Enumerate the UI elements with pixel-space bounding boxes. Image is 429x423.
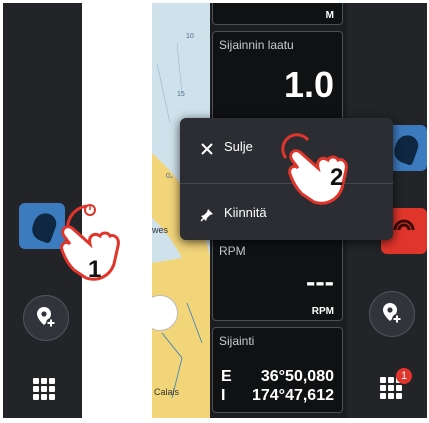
menu-item-label: Sulje — [224, 139, 253, 154]
add-waypoint-button[interactable] — [23, 295, 69, 341]
top-unit: M — [325, 10, 334, 21]
position-quality-title: Sijainnin laatu — [219, 38, 294, 52]
add-waypoint-icon — [37, 307, 56, 328]
pin-icon — [200, 209, 213, 222]
step-number: 1 — [88, 256, 102, 283]
chart-app-icon — [390, 132, 422, 166]
latitude-value: 174°47,612 — [251, 387, 334, 404]
position-box[interactable]: Sijainti E 36°50,080 I 174°47,612 — [212, 327, 343, 413]
notification-badge: 1 — [396, 368, 412, 384]
rpm-unit: RPM — [311, 306, 334, 317]
rpm-box[interactable]: RPM --- RPM — [212, 231, 343, 321]
place-label: Calais — [154, 387, 180, 397]
rpm-title: RPM — [219, 244, 246, 258]
depth-label: 15 — [177, 91, 185, 98]
add-waypoint-button[interactable] — [369, 291, 415, 337]
longitude-value: 36°50,080 — [260, 368, 334, 385]
step-number: 2 — [330, 164, 344, 191]
add-waypoint-icon — [383, 303, 402, 324]
top-data-box[interactable]: M — [212, 3, 343, 25]
position-quality-box[interactable]: Sijainnin laatu 1.0 — [212, 31, 343, 123]
longitude-dir: E — [221, 368, 232, 385]
place-label: wes — [152, 225, 169, 235]
depth-label: 0₄ — [166, 173, 173, 180]
hand-gesture-icon — [60, 204, 120, 281]
menu-item-label: Kiinnitä — [224, 205, 267, 220]
latitude-dir: I — [221, 387, 226, 404]
close-icon — [201, 143, 213, 155]
apps-grid-icon[interactable] — [33, 378, 55, 400]
position-quality-value: 1.0 — [283, 64, 334, 105]
rpm-value: --- — [306, 266, 334, 297]
position-title: Sijainti — [219, 334, 255, 348]
depth-label: 10 — [186, 33, 194, 40]
